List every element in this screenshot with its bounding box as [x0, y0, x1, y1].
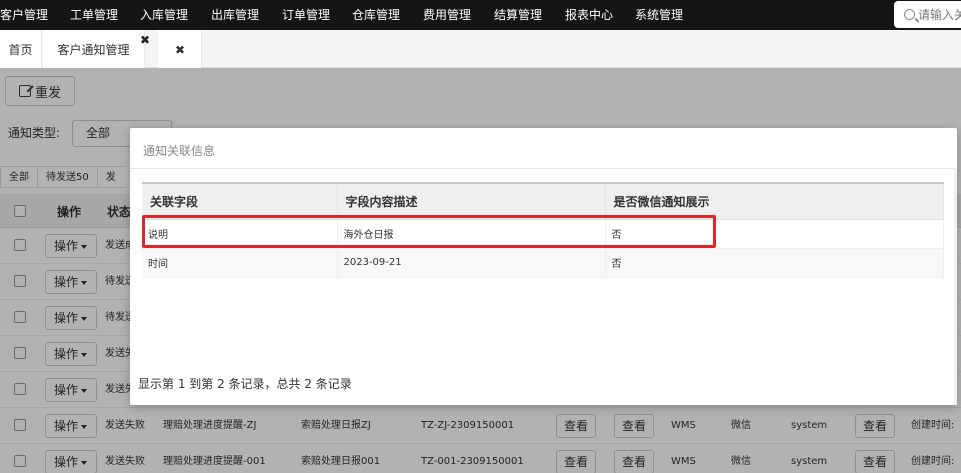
nav-item-outbound[interactable]: 出库管理	[211, 0, 259, 30]
field-cell: 时间	[142, 248, 338, 278]
tab-blank[interactable]: ✖	[158, 30, 202, 68]
nav-item-expense[interactable]: 费用管理	[423, 0, 471, 30]
nav-item-settlement[interactable]: 结算管理	[494, 0, 542, 30]
col-header-field[interactable]: 关联字段	[142, 182, 338, 220]
nav-item-reports[interactable]: 报表中心	[565, 0, 613, 30]
search-icon	[904, 9, 915, 20]
nav-item-system[interactable]: 系统管理	[635, 0, 683, 30]
nav-item-customer[interactable]: 客户管理	[0, 0, 48, 30]
table-header-row: 关联字段 字段内容描述 是否微信通知展示	[142, 182, 944, 220]
search-input[interactable]: 请输入关	[894, 1, 961, 28]
tab-home[interactable]: 首页	[0, 30, 42, 68]
content-cell: 2023-09-21	[337, 248, 606, 278]
tab-label: 首页	[8, 43, 33, 57]
nav-item-warehouse[interactable]: 仓库管理	[352, 0, 400, 30]
nav-item-workorder[interactable]: 工单管理	[70, 0, 118, 30]
wechat-cell: 否	[605, 248, 944, 278]
pagination-info: 显示第 1 到第 2 条记录，总共 2 条记录	[138, 377, 352, 391]
close-icon[interactable]: ✖	[175, 30, 185, 70]
modal-scrollbar[interactable]	[954, 168, 957, 405]
modal-divider	[130, 168, 957, 169]
tab-bar: 首页 客户通知管理 ✖ ✖	[0, 30, 961, 68]
search-placeholder: 请输入关	[918, 8, 961, 22]
modal-title: 通知关联信息	[143, 144, 216, 158]
col-header-content[interactable]: 字段内容描述	[337, 182, 606, 220]
close-icon[interactable]: ✖	[140, 34, 150, 46]
highlight-annotation	[142, 215, 716, 248]
nav-item-order[interactable]: 订单管理	[282, 0, 330, 30]
tab-customer-notice[interactable]: 客户通知管理 ✖	[43, 30, 150, 68]
table-row[interactable]: 时间 2023-09-21 否	[142, 248, 944, 278]
col-header-wechat[interactable]: 是否微信通知展示	[605, 182, 944, 220]
tab-label: 客户通知管理	[57, 43, 130, 57]
top-nav-bar: 客户管理 工单管理 入库管理 出库管理 订单管理 仓库管理 费用管理 结算管理 …	[0, 0, 961, 30]
notice-relation-modal: 通知关联信息 关联字段 字段内容描述 是否微信通知展示 说明 海外仓日报 否 时…	[130, 128, 957, 405]
nav-item-inbound[interactable]: 入库管理	[140, 0, 188, 30]
